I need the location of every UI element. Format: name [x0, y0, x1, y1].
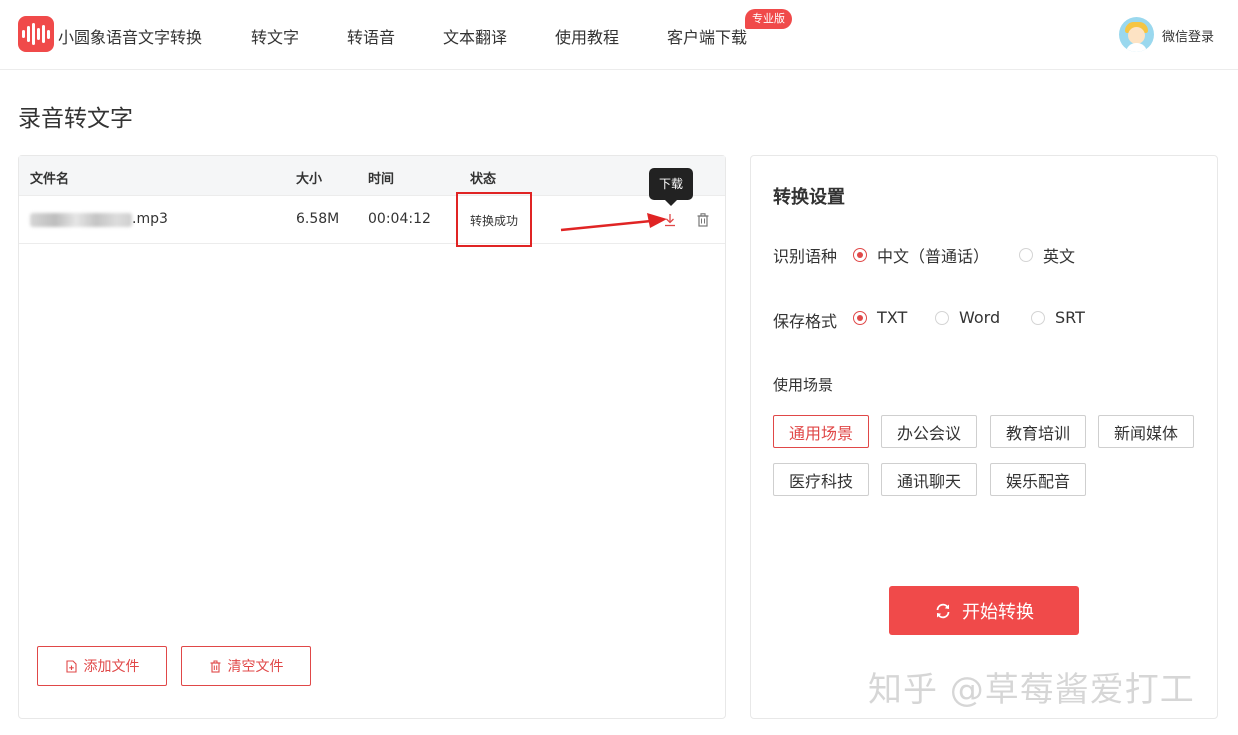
- download-tooltip: 下载: [649, 168, 693, 206]
- clear-files-button[interactable]: 清空文件: [181, 646, 311, 686]
- scene-tag-general[interactable]: 通用场景: [773, 415, 869, 448]
- brand-name[interactable]: 小圆象语音文字转换: [58, 24, 202, 48]
- status-badge: 转换成功: [470, 214, 519, 228]
- format-option-word[interactable]: Word: [935, 308, 1000, 327]
- format-option-label: SRT: [1055, 308, 1085, 327]
- language-option-chinese[interactable]: 中文（普通话）: [853, 243, 989, 267]
- column-header-status: 状态: [470, 172, 497, 187]
- scene-tag-chat[interactable]: 通讯聊天: [881, 463, 977, 496]
- file-duration: 00:04:12: [368, 211, 431, 227]
- app-logo-icon[interactable]: [18, 16, 54, 52]
- nav-item-to-speech[interactable]: 转语音: [347, 24, 395, 48]
- download-icon[interactable]: [662, 212, 678, 228]
- radio-unselected-icon: [1031, 310, 1045, 325]
- refresh-icon: [936, 603, 950, 618]
- language-option-label: 中文（普通话）: [877, 247, 990, 266]
- conversion-settings-panel: 转换设置 识别语种 中文（普通话） 英文 保存格式 TXT Word SRT 使…: [750, 155, 1218, 719]
- radio-unselected-icon: [935, 310, 949, 325]
- format-option-label: TXT: [877, 308, 908, 327]
- add-file-label: 添加文件: [83, 659, 140, 675]
- file-add-icon: [65, 659, 77, 673]
- start-conversion-label: 开始转换: [962, 601, 1034, 623]
- avatar[interactable]: [1119, 17, 1154, 52]
- annotation-arrow-icon: [560, 213, 667, 232]
- nav-item-client-download[interactable]: 客户端下载: [667, 24, 747, 48]
- watermark: 知乎 @草莓酱爱打工: [868, 670, 1195, 710]
- page-title: 录音转文字: [18, 106, 133, 132]
- language-option-label: 英文: [1043, 247, 1076, 266]
- scene-tag-entertainment[interactable]: 娱乐配音: [990, 463, 1086, 496]
- format-label: 保存格式: [773, 312, 838, 331]
- nav-item-to-text[interactable]: 转文字: [251, 24, 299, 48]
- start-conversion-button[interactable]: 开始转换: [889, 586, 1079, 635]
- scene-tag-news[interactable]: 新闻媒体: [1098, 415, 1194, 448]
- file-list-panel: 文件名 大小 时间 状态 .mp3 6.58M 00:04:12 转换成功 下载: [18, 155, 726, 719]
- format-option-label: Word: [959, 308, 1001, 327]
- radio-selected-icon: [853, 248, 867, 262]
- trash-icon[interactable]: [695, 212, 711, 228]
- column-header-time: 时间: [368, 172, 395, 187]
- file-size: 6.58M: [296, 211, 340, 227]
- column-header-size: 大小: [296, 172, 323, 187]
- scene-tag-meeting[interactable]: 办公会议: [881, 415, 977, 448]
- pro-badge: 专业版: [745, 9, 792, 29]
- table-row: .mp3 6.58M 00:04:12 转换成功 下载: [19, 168, 725, 247]
- settings-title: 转换设置: [773, 187, 845, 208]
- column-header-filename: 文件名: [30, 172, 70, 187]
- top-header: 小圆象语音文字转换 转文字 转语音 文本翻译 使用教程 客户端下载 专业版 微信…: [0, 0, 1238, 70]
- wechat-login-link[interactable]: 微信登录: [1162, 26, 1214, 45]
- blurred-filename: [30, 213, 132, 227]
- nav-item-tutorial[interactable]: 使用教程: [555, 24, 619, 48]
- language-option-english[interactable]: 英文: [1019, 243, 1075, 267]
- nav-item-translate[interactable]: 文本翻译: [443, 24, 507, 48]
- table-header: 文件名 大小 时间 状态: [19, 156, 725, 196]
- language-label: 识别语种: [773, 247, 838, 266]
- format-option-txt[interactable]: TXT: [853, 308, 907, 327]
- format-option-srt[interactable]: SRT: [1031, 308, 1085, 327]
- scene-tag-education[interactable]: 教育培训: [990, 415, 1086, 448]
- radio-unselected-icon: [1019, 248, 1033, 262]
- clear-files-label: 清空文件: [227, 659, 284, 675]
- trash-icon: [210, 660, 220, 673]
- file-name: .mp3: [132, 211, 168, 227]
- add-file-button[interactable]: 添加文件: [37, 646, 167, 686]
- scene-label: 使用场景: [773, 376, 834, 394]
- radio-selected-icon: [853, 310, 867, 325]
- scene-tag-medical[interactable]: 医疗科技: [773, 463, 869, 496]
